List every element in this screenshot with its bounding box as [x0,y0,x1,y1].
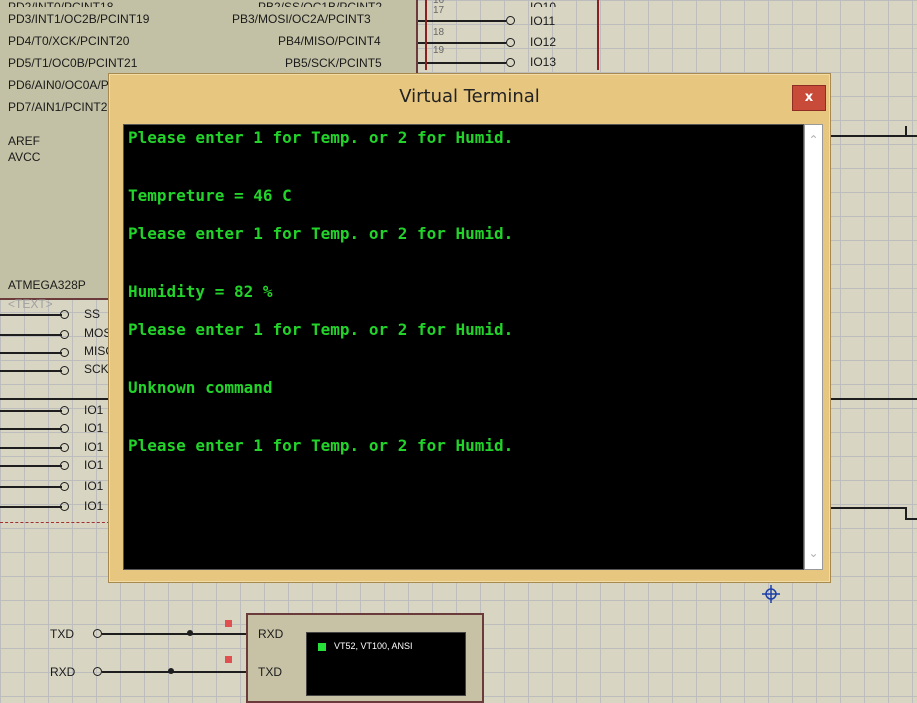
chevron-down-icon[interactable]: ⌄ [805,545,822,562]
crosshair-cursor-icon [762,585,780,603]
wire [597,0,599,70]
terminal-ring [60,443,69,452]
mcu-pin-label: PD4/T0/XCK/PCINT20 [8,34,130,48]
mcu-pin-label: PB2/SS/OC1B/PCINT2 [258,0,383,7]
chip-text: <TEXT> [8,297,53,311]
mcu-pin-label: PD7/AIN1/PCINT23 [8,100,115,114]
vertical-scrollbar[interactable]: ⌃ ⌄ [804,124,823,570]
terminal-ring [93,629,102,638]
chip-name: ATMEGA328P [8,278,86,292]
io-label: IO1 [84,421,104,435]
terminal-ring [60,348,69,357]
wire [0,370,62,372]
terminal-ring [60,330,69,339]
terminal-line: Please enter 1 for Temp. or 2 for Humid. [128,128,514,147]
wire [0,410,62,412]
rxd-label: RXD [50,665,76,679]
terminal-ring [60,502,69,511]
pin-number: 18 [433,27,445,38]
spi-label: SCK [84,362,109,376]
junction-dot [187,630,193,636]
wire [102,633,246,635]
terminal-ring [60,461,69,470]
mcu-pin-label: PD3/INT1/OC2B/PCINT19 [8,12,150,26]
wire [418,42,506,44]
terminal-ring [506,16,515,25]
terminal-ring [60,366,69,375]
mcu-pin-label: PB4/MISO/PCINT4 [278,34,381,48]
terminal-ring [60,482,69,491]
terminal-ring [60,424,69,433]
io-label: IO1 [84,458,104,472]
wire [0,428,62,430]
power-pin-label: AVCC [8,150,41,164]
spi-label: MOSI [84,326,108,340]
wire [0,352,62,354]
vt-txd-pin: TXD [258,665,282,679]
terminal-line: Unknown command [128,378,273,397]
pin-number: 19 [433,45,445,56]
io-label: IO12 [530,35,557,49]
wire [418,62,506,64]
io-label: IO1 [84,440,104,454]
wire [0,486,62,488]
wire [905,518,917,520]
vt-screen-label: VT52, VT100, ANSI [334,641,413,651]
terminal-line: Humidity = 82 % [128,282,273,301]
wire [830,507,906,509]
mcu-pin-label: PD2/INT0/PCINT18 [8,0,114,7]
wire [0,447,62,449]
wire [102,671,246,673]
junction-dot [168,668,174,674]
io-label: IO1 [84,403,104,417]
vt-led [318,643,326,651]
virtual-terminal-window[interactable]: Virtual Terminal x Please enter 1 for Te… [108,73,831,583]
terminal-ring [93,667,102,676]
txd-label: TXD [50,627,74,641]
terminal-ring [506,58,515,67]
spi-label: SS [84,307,101,321]
terminal-ring [60,406,69,415]
io-label: IO11 [530,14,556,28]
wire [418,20,506,22]
wire [0,334,62,336]
wire [0,465,62,467]
mcu-pin-label: PB5/SCK/PCINT5 [285,56,382,70]
io-label: IO10 [530,0,557,7]
spi-label: MISO [84,344,108,358]
chevron-up-icon[interactable]: ⌃ [805,132,822,149]
dashed-boundary [0,522,110,523]
close-icon: x [804,90,814,105]
power-pin-label: AREF [8,134,41,148]
terminal-output[interactable]: Please enter 1 for Temp. or 2 for Humid.… [123,124,804,570]
wire [905,126,907,136]
terminal-ring [506,38,515,47]
terminal-line: Tempreture = 46 C [128,186,292,205]
terminal-line: Please enter 1 for Temp. or 2 for Humid. [128,436,514,455]
terminal-line: Please enter 1 for Temp. or 2 for Humid. [128,320,514,339]
terminal-line: Please enter 1 for Temp. or 2 for Humid. [128,224,514,243]
mcu-pin-label: PD5/T1/OC0B/PCINT21 [8,56,138,70]
pin-marker [225,620,232,627]
wire [0,506,62,508]
vt-rxd-pin: RXD [258,627,284,641]
close-button[interactable]: x [792,85,826,111]
wire [425,0,427,70]
wire [0,314,62,316]
terminal-ring [60,310,69,319]
pin-number: 17 [433,5,445,16]
io-label: IO1 [84,479,104,493]
io-label: IO1 [84,499,104,513]
mcu-pin-label: PB3/MOSI/OC2A/PCINT3 [232,12,371,26]
wire [830,135,917,137]
io-label: IO13 [530,55,557,69]
window-title: Virtual Terminal [399,86,540,107]
pin-marker [225,656,232,663]
